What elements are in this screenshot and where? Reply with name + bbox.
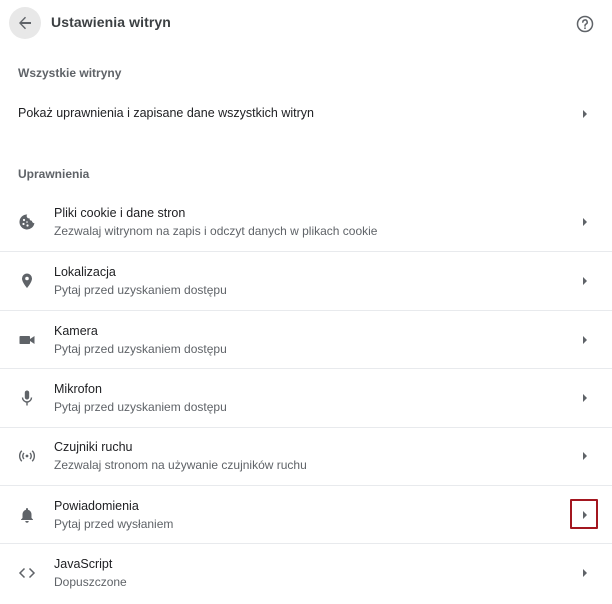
chevron-right-icon: [580, 568, 590, 578]
help-button[interactable]: [574, 13, 596, 35]
all-sites-row-label: Pokaż uprawnienia i zapisane dane wszyst…: [18, 106, 314, 120]
section-title-all-sites: Wszystkie witryny: [18, 66, 122, 80]
permission-subtitle: Pytaj przed uzyskaniem dostępu: [54, 283, 227, 297]
all-sites-row[interactable]: Pokaż uprawnienia i zapisane dane wszyst…: [0, 94, 612, 134]
header: Ustawienia witryn: [0, 0, 612, 48]
help-circle-icon: [576, 15, 594, 33]
permission-subtitle: Pytaj przed wysłaniem: [54, 517, 174, 531]
section-title-permissions: Uprawnienia: [18, 167, 90, 181]
permission-title: JavaScript: [54, 557, 113, 571]
microphone-icon: [17, 388, 37, 408]
cookie-icon: [17, 212, 37, 232]
chevron-right-icon: [580, 276, 590, 286]
highlight-box: [570, 499, 598, 529]
permission-subtitle: Dopuszczone: [54, 575, 127, 589]
permission-title: Mikrofon: [54, 382, 102, 396]
chevron-right-icon: [580, 217, 590, 227]
permission-row-camera[interactable]: Kamera Pytaj przed uzyskaniem dostępu: [0, 310, 612, 369]
chevron-right-icon: [580, 393, 590, 403]
chevron-right-icon: [580, 451, 590, 461]
permission-subtitle: Pytaj przed uzyskaniem dostępu: [54, 400, 227, 414]
permission-title: Lokalizacja: [54, 265, 116, 279]
permission-subtitle: Zezwalaj witrynom na zapis i odczyt dany…: [54, 224, 378, 238]
permission-subtitle: Pytaj przed uzyskaniem dostępu: [54, 342, 227, 356]
permission-row-motion-sensors[interactable]: Czujniki ruchu Zezwalaj stronom na używa…: [0, 427, 612, 486]
arrow-left-icon: [19, 16, 31, 30]
chevron-right-icon: [580, 109, 590, 119]
camera-icon: [17, 330, 37, 350]
permission-title: Pliki cookie i dane stron: [54, 206, 186, 220]
chevron-right-icon: [580, 335, 590, 345]
motion-sensors-icon: [17, 446, 37, 466]
back-button[interactable]: [9, 7, 41, 39]
code-icon: [17, 563, 37, 583]
permission-row-javascript[interactable]: JavaScript Dopuszczone: [0, 543, 612, 602]
permission-row-cookies[interactable]: Pliki cookie i dane stron Zezwalaj witry…: [0, 193, 612, 251]
page-title: Ustawienia witryn: [51, 14, 171, 30]
permission-title: Powiadomienia: [54, 499, 139, 513]
location-pin-icon: [17, 271, 37, 291]
permission-subtitle: Zezwalaj stronom na używanie czujników r…: [54, 458, 307, 472]
bell-icon: [17, 505, 37, 525]
permission-row-location[interactable]: Lokalizacja Pytaj przed uzyskaniem dostę…: [0, 251, 612, 310]
permission-title: Czujniki ruchu: [54, 440, 133, 454]
permission-row-microphone[interactable]: Mikrofon Pytaj przed uzyskaniem dostępu: [0, 368, 612, 427]
permission-title: Kamera: [54, 324, 98, 338]
permission-row-notifications[interactable]: Powiadomienia Pytaj przed wysłaniem: [0, 485, 612, 544]
